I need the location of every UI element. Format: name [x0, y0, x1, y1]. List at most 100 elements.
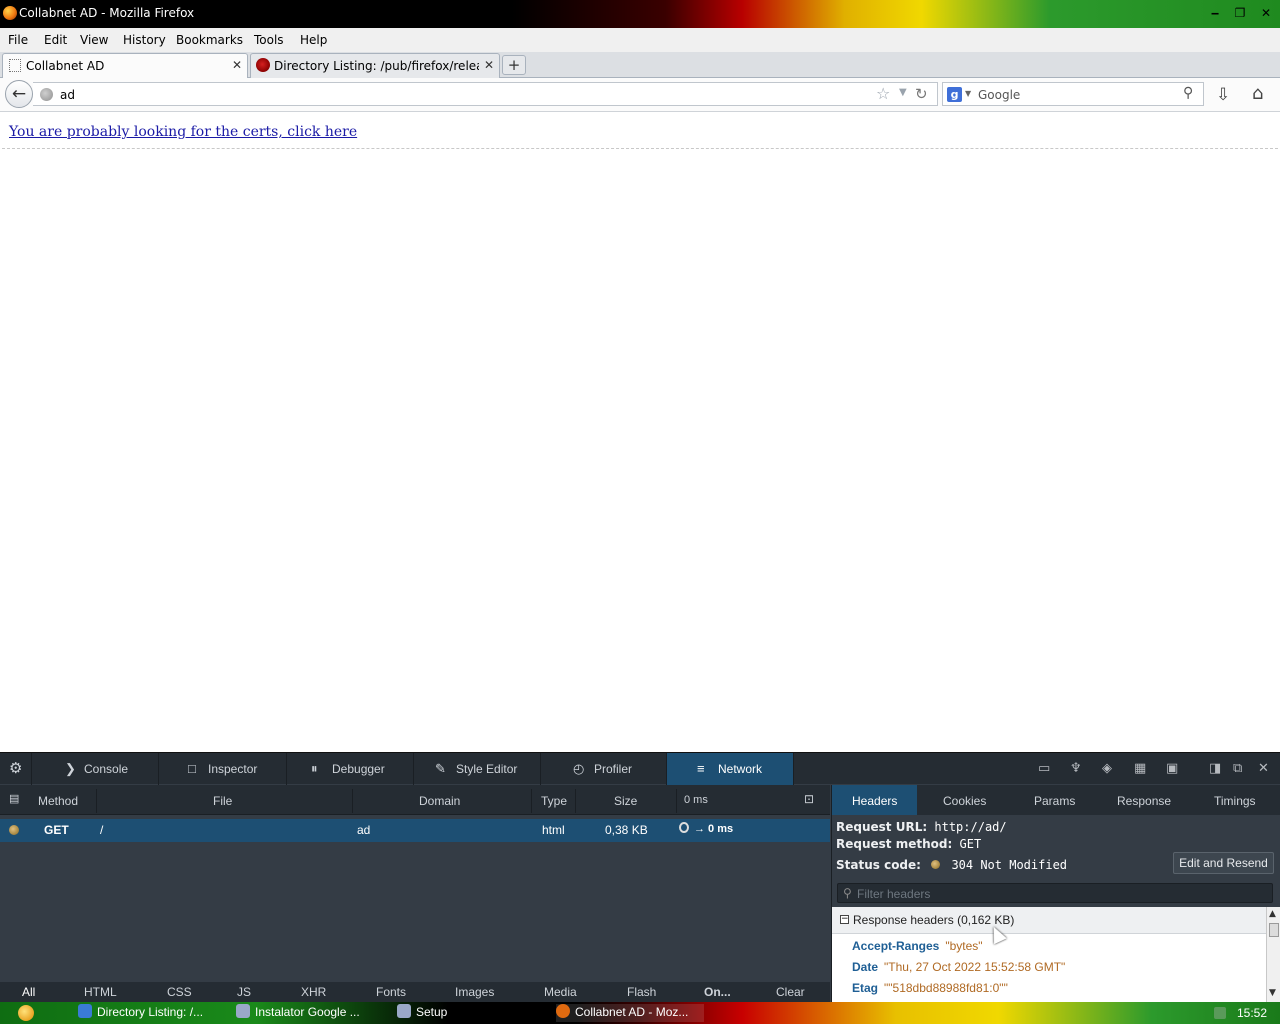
tab-inspector[interactable]: □ Inspector: [159, 753, 287, 785]
tab-label: Directory Listing: /pub/firefox/release.…: [274, 59, 479, 73]
menu-history[interactable]: History: [123, 33, 166, 47]
certs-link[interactable]: You are probably looking for the certs, …: [9, 124, 357, 140]
back-button[interactable]: ←: [5, 80, 33, 108]
restore-button[interactable]: ❐: [1232, 6, 1248, 20]
menu-help[interactable]: Help: [300, 33, 327, 47]
collapse-icon[interactable]: −: [840, 915, 849, 924]
devtools-options-button[interactable]: ⚙: [0, 753, 32, 785]
taskbar-item-setup[interactable]: Setup: [397, 1004, 537, 1022]
tab-cookies[interactable]: Cookies: [917, 785, 1009, 815]
taskbar-item-google-installer[interactable]: Instalator Google ...: [236, 1004, 386, 1022]
col-method[interactable]: Method: [38, 794, 78, 808]
search-icon[interactable]: ⚲: [1183, 85, 1193, 101]
dock-bottom-icon[interactable]: ▭: [1038, 761, 1050, 776]
taskbar-item-directory-listing[interactable]: Directory Listing: /...: [78, 1004, 228, 1022]
tab-label: Inspector: [208, 762, 258, 776]
tab-headers[interactable]: Headers: [832, 785, 917, 815]
filter-media[interactable]: Media: [544, 985, 577, 999]
filter-headers-input[interactable]: ⚲ Filter headers: [837, 883, 1273, 903]
tab-close-icon[interactable]: ✕: [484, 58, 494, 72]
url-bar[interactable]: ad ☆ ▼ ↻: [33, 82, 938, 106]
response-headers-title: Response headers (0,162 KB): [853, 913, 1015, 927]
download-icon[interactable]: ⇩: [1216, 85, 1230, 105]
reload-icon[interactable]: ↻: [915, 85, 928, 103]
home-icon[interactable]: ⌂: [1252, 83, 1263, 104]
header-key: Accept-Ranges: [852, 939, 940, 953]
globe-icon: [40, 88, 53, 101]
row-method: GET: [44, 823, 69, 837]
start-button-icon[interactable]: [18, 1005, 34, 1021]
menu-edit[interactable]: Edit: [44, 33, 67, 47]
network-tray-icon[interactable]: [1214, 1007, 1226, 1019]
filter-js[interactable]: JS: [237, 985, 251, 999]
col-file[interactable]: File: [213, 794, 232, 808]
undock-icon[interactable]: ⧉: [1233, 761, 1242, 776]
menu-bookmarks[interactable]: Bookmarks: [176, 33, 243, 47]
tab-debugger[interactable]: ⏸ Debugger: [287, 753, 414, 785]
history-dropdown-icon[interactable]: ▼: [899, 87, 907, 98]
edit-and-resend-button[interactable]: Edit and Resend: [1173, 852, 1274, 874]
filter-images[interactable]: Images: [455, 985, 494, 999]
col-type[interactable]: Type: [541, 794, 567, 808]
filter-css[interactable]: CSS: [167, 985, 192, 999]
status-code-label: Status code:: [836, 858, 921, 872]
menu-file[interactable]: File: [8, 33, 28, 47]
response-headers-title-bar[interactable]: − Response headers (0,162 KB): [832, 907, 1266, 934]
tab-network[interactable]: ≡ Network: [667, 753, 794, 785]
google-icon[interactable]: g: [947, 87, 962, 102]
tab-close-icon[interactable]: ✕: [232, 58, 242, 72]
engine-dropdown-icon[interactable]: ▼: [965, 89, 971, 98]
tab-label: Timings: [1214, 794, 1256, 808]
close-devtools-icon[interactable]: ✕: [1258, 761, 1269, 776]
3d-view-icon[interactable]: ◈: [1102, 761, 1112, 776]
search-bar[interactable]: g ▼ Google ⚲: [942, 82, 1204, 106]
col-size[interactable]: Size: [614, 794, 637, 808]
tab-style-editor[interactable]: ✎ Style Editor: [414, 753, 541, 785]
responsive-icon[interactable]: ▦: [1134, 761, 1146, 776]
tab-label: Console: [84, 762, 129, 776]
table-row[interactable]: GET / ad html 0,38 KB → 0 ms: [0, 819, 830, 842]
clear-button[interactable]: Clear: [776, 985, 805, 999]
tab-profiler[interactable]: ◴ Profiler: [541, 753, 667, 785]
filter-all[interactable]: All: [22, 985, 35, 999]
network-table-header: ▤ Method File Domain Type Size 0 ms ⊡: [0, 785, 830, 815]
header-key: Date: [852, 960, 879, 974]
scroll-thumb[interactable]: [1269, 923, 1279, 937]
tab-console[interactable]: ❯ Console: [32, 753, 159, 785]
taskbar-item-label: Setup: [416, 1005, 448, 1019]
dock-side-icon[interactable]: ◨: [1209, 761, 1221, 776]
url-text[interactable]: ad: [60, 88, 75, 102]
scratchpad-icon[interactable]: ▣: [1166, 761, 1178, 776]
tab-directory-listing[interactable]: Directory Listing: /pub/firefox/release.…: [250, 53, 500, 79]
tab-timings[interactable]: Timings: [1189, 785, 1280, 815]
filter-xhr[interactable]: XHR: [301, 985, 326, 999]
browser-icon: [78, 1004, 92, 1018]
tab-collabnet-ad[interactable]: Collabnet AD ✕: [2, 53, 248, 79]
paintbrush-icon[interactable]: ♆: [1070, 761, 1082, 776]
style-editor-icon: ✎: [435, 761, 446, 776]
menu-tools[interactable]: Tools: [254, 33, 284, 47]
minimize-button[interactable]: ‒: [1207, 6, 1223, 20]
request-method-value: GET: [959, 837, 982, 851]
filter-fonts[interactable]: Fonts: [376, 985, 406, 999]
menu-view[interactable]: View: [80, 33, 108, 47]
new-tab-button[interactable]: +: [502, 55, 526, 75]
vertical-scrollbar[interactable]: ▲ ▼: [1266, 907, 1280, 1002]
response-headers-section: − Response headers (0,162 KB) Accept-Ran…: [832, 907, 1266, 1002]
search-placeholder[interactable]: Google: [978, 88, 1020, 102]
filter-html[interactable]: HTML: [84, 985, 117, 999]
bookmark-star-icon[interactable]: ☆: [876, 84, 890, 103]
tab-response[interactable]: Response: [1099, 785, 1189, 815]
scroll-down-icon[interactable]: ▼: [1269, 988, 1276, 998]
col-domain[interactable]: Domain: [419, 794, 460, 808]
filter-flash[interactable]: Flash: [627, 985, 656, 999]
taskbar-item-firefox[interactable]: Collabnet AD - Moz...: [556, 1004, 704, 1022]
col-waterfall[interactable]: 0 ms: [684, 794, 708, 806]
close-window-button[interactable]: ✕: [1258, 6, 1274, 20]
toggle-sidebar-icon[interactable]: ⊡: [804, 792, 814, 806]
scroll-up-icon[interactable]: ▲: [1269, 909, 1276, 919]
filter-other[interactable]: On...: [704, 985, 731, 999]
tab-params[interactable]: Params: [1009, 785, 1099, 815]
waterfall-toggle-icon[interactable]: ▤: [9, 792, 19, 805]
status-code-value: 304 Not Modified: [951, 858, 1068, 872]
